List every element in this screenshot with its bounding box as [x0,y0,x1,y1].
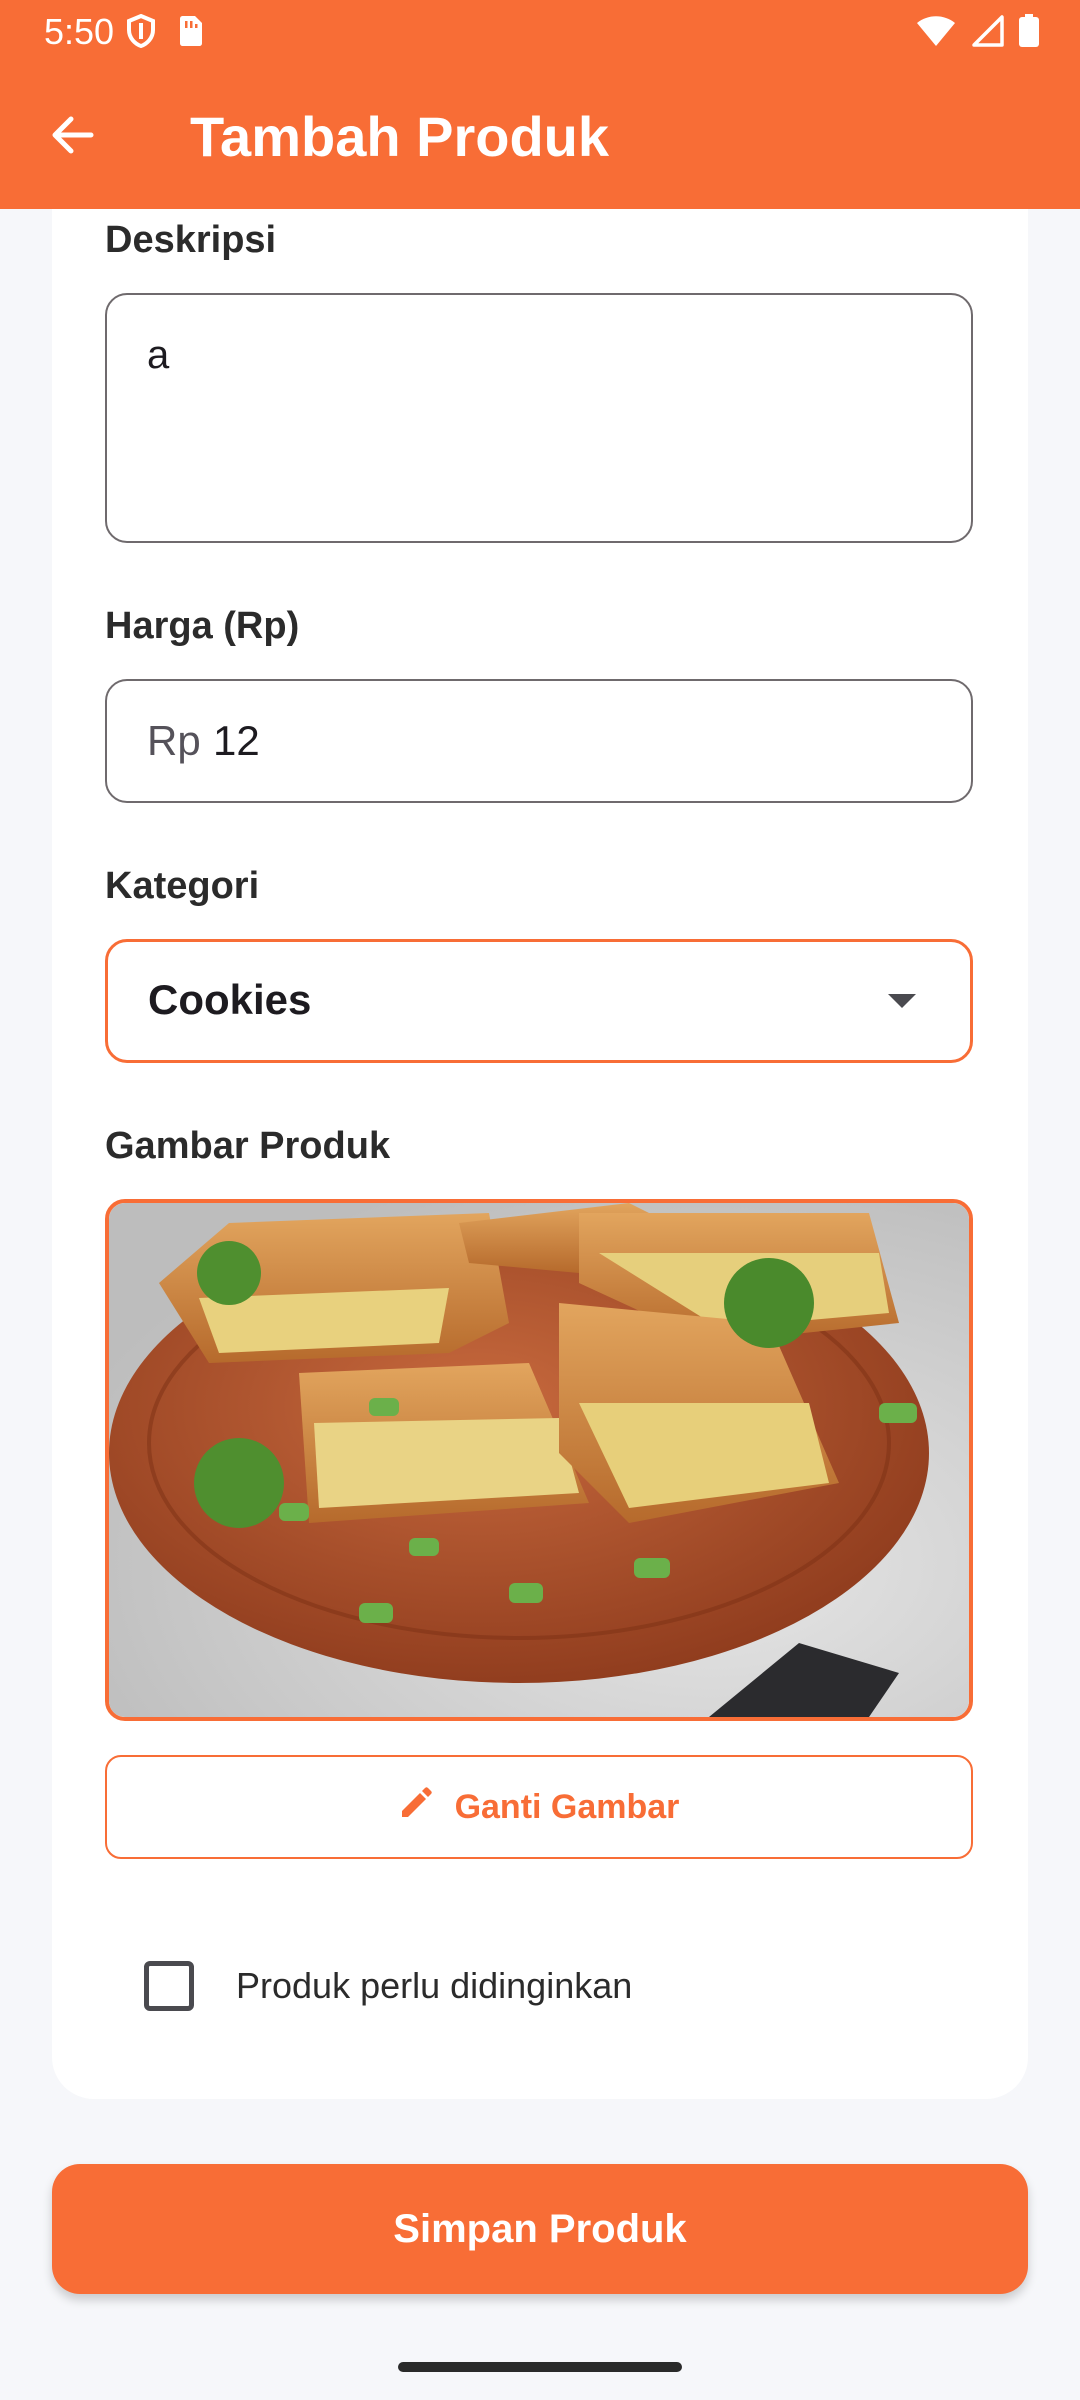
category-selected-value: Cookies [148,976,312,1023]
chilled-checkbox-label: Produk perlu didinginkan [236,1965,633,2006]
chilled-checkbox[interactable] [144,1961,194,2011]
price-prefix: Rp [147,717,201,764]
chilled-checkbox-row[interactable]: Produk perlu didinginkan [144,1961,632,2011]
save-product-label: Simpan Produk [393,2206,687,2251]
status-left-icons [126,13,204,53]
price-input[interactable]: Rp 12 [105,679,973,803]
wifi-icon [916,15,956,52]
product-form-card: Deskripsi a Harga (Rp) Rp 12 Kategori Co… [52,209,1028,2099]
back-button[interactable] [36,102,106,172]
cellular-signal-icon [970,15,1004,52]
product-image[interactable] [105,1199,973,1721]
description-label: Deskripsi [105,219,277,261]
arrow-left-icon [47,111,95,164]
status-time: 5:50 [44,11,115,52]
dropdown-arrow-icon [888,994,916,1015]
change-image-button[interactable]: Ganti Gambar [105,1755,973,1859]
description-input[interactable]: a [105,293,973,543]
category-label: Kategori [105,865,260,907]
sim-card-icon [178,15,204,52]
home-indicator[interactable] [398,2362,682,2372]
battery-icon [1018,14,1040,53]
category-dropdown[interactable]: Cookies [105,939,973,1063]
page-title: Tambah Produk [190,105,610,168]
pencil-icon [399,1786,433,1829]
status-bar: 5:50 [0,0,1080,62]
status-right-icons [916,14,1040,53]
change-image-label: Ganti Gambar [454,1787,680,1826]
app-bar: Tambah Produk [0,62,1080,209]
save-product-button[interactable]: Simpan Produk [52,2164,1028,2294]
product-image-label: Gambar Produk [105,1125,391,1167]
price-label: Harga (Rp) [105,605,300,647]
price-value: 12 [213,717,260,764]
description-value: a [147,333,170,377]
shield-icon [126,13,156,53]
